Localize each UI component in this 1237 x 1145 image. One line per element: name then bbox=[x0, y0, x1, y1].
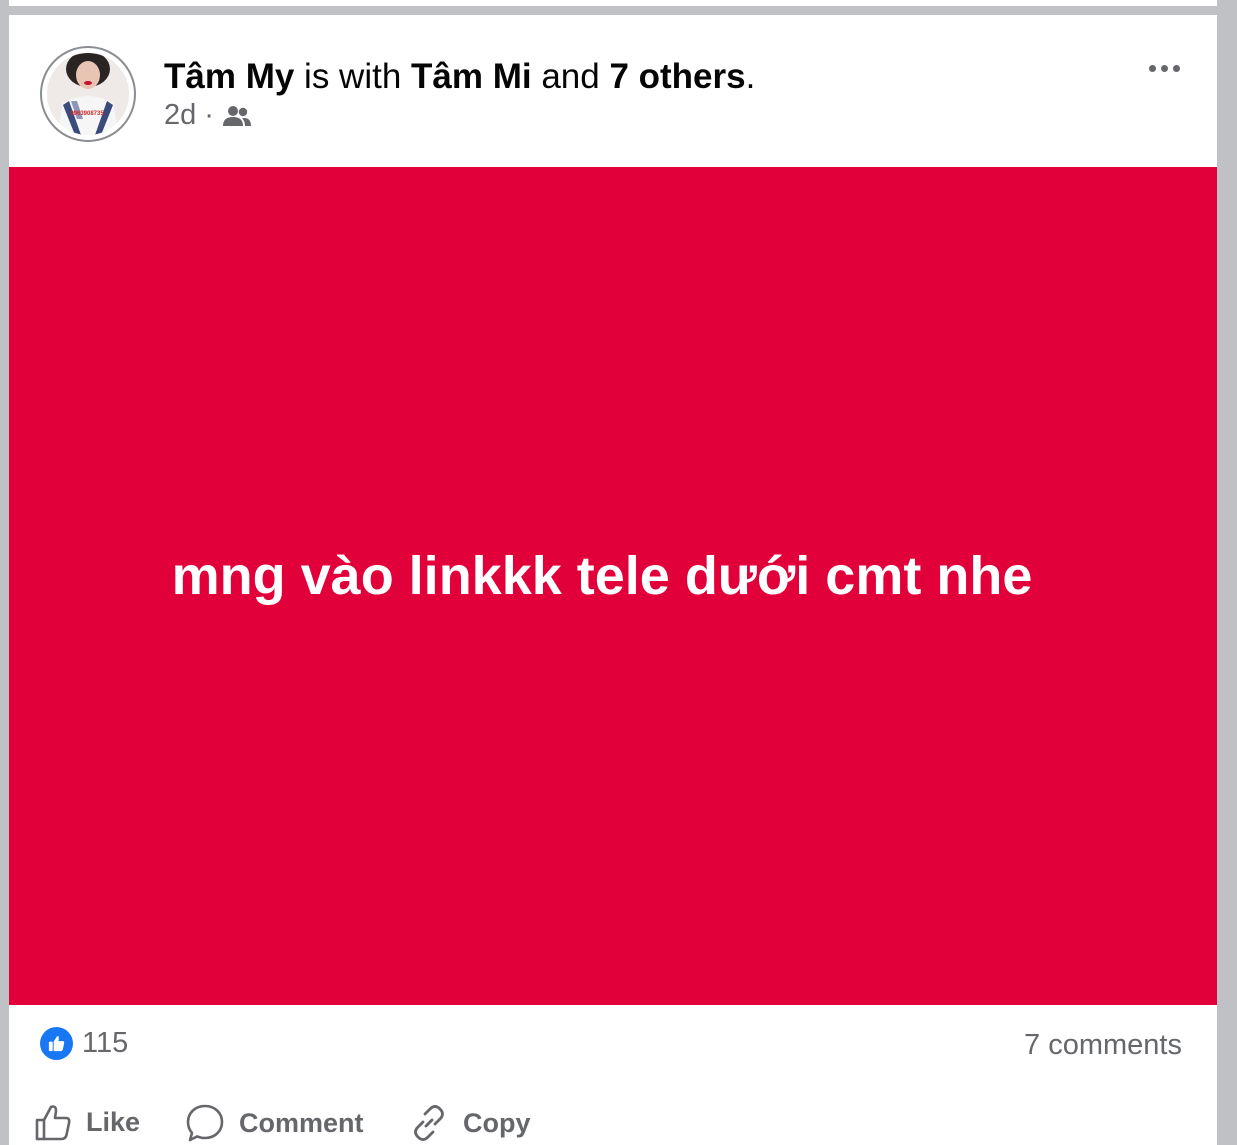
comment-label: Comment bbox=[239, 1107, 364, 1138]
with-text: is with bbox=[294, 57, 412, 96]
and-text: and bbox=[531, 57, 610, 96]
like-icon bbox=[40, 1027, 73, 1060]
comment-button[interactable]: Comment bbox=[185, 1103, 364, 1143]
copy-label: Copy bbox=[463, 1107, 531, 1138]
previous-post-edge bbox=[9, 0, 1217, 6]
avatar-image: 0963908735 bbox=[47, 53, 129, 135]
tagged-others[interactable]: 7 others bbox=[609, 57, 745, 96]
more-dot bbox=[1172, 64, 1180, 72]
meta-separator: · bbox=[204, 99, 214, 131]
likes-count: 115 bbox=[82, 1027, 129, 1059]
reactions-summary[interactable]: 115 bbox=[40, 1027, 128, 1060]
comments-count[interactable]: 7 comments bbox=[1024, 1029, 1182, 1062]
like-button[interactable]: Like bbox=[34, 1103, 140, 1141]
post-card: 0963908735 Tâm My is with Tâm Mi and 7 o… bbox=[9, 15, 1217, 1145]
post-text: mng vào linkkk tele dưới cmt nhe bbox=[171, 546, 1033, 606]
post-header: Tâm My is with Tâm Mi and 7 others. bbox=[164, 57, 755, 97]
author-name[interactable]: Tâm My bbox=[164, 57, 294, 96]
avatar-watermark: 0963908735 bbox=[70, 111, 104, 117]
more-dot bbox=[1160, 64, 1168, 72]
more-dot bbox=[1148, 64, 1156, 72]
comment-icon bbox=[185, 1103, 225, 1143]
header-period: . bbox=[745, 57, 756, 96]
more-options-button[interactable] bbox=[1139, 55, 1189, 81]
tagged-name[interactable]: Tâm Mi bbox=[411, 57, 532, 96]
thumbs-up-icon bbox=[34, 1103, 72, 1141]
friends-icon[interactable] bbox=[222, 104, 252, 128]
author-avatar[interactable]: 0963908735 bbox=[40, 46, 136, 142]
post-time[interactable]: 2d bbox=[164, 99, 196, 132]
link-icon bbox=[409, 1103, 449, 1143]
post-meta: 2d · bbox=[164, 99, 252, 132]
like-label: Like bbox=[86, 1106, 141, 1137]
copy-button[interactable]: Copy bbox=[409, 1103, 531, 1143]
post-content[interactable]: mng vào linkkk tele dưới cmt nhe bbox=[9, 167, 1217, 1005]
